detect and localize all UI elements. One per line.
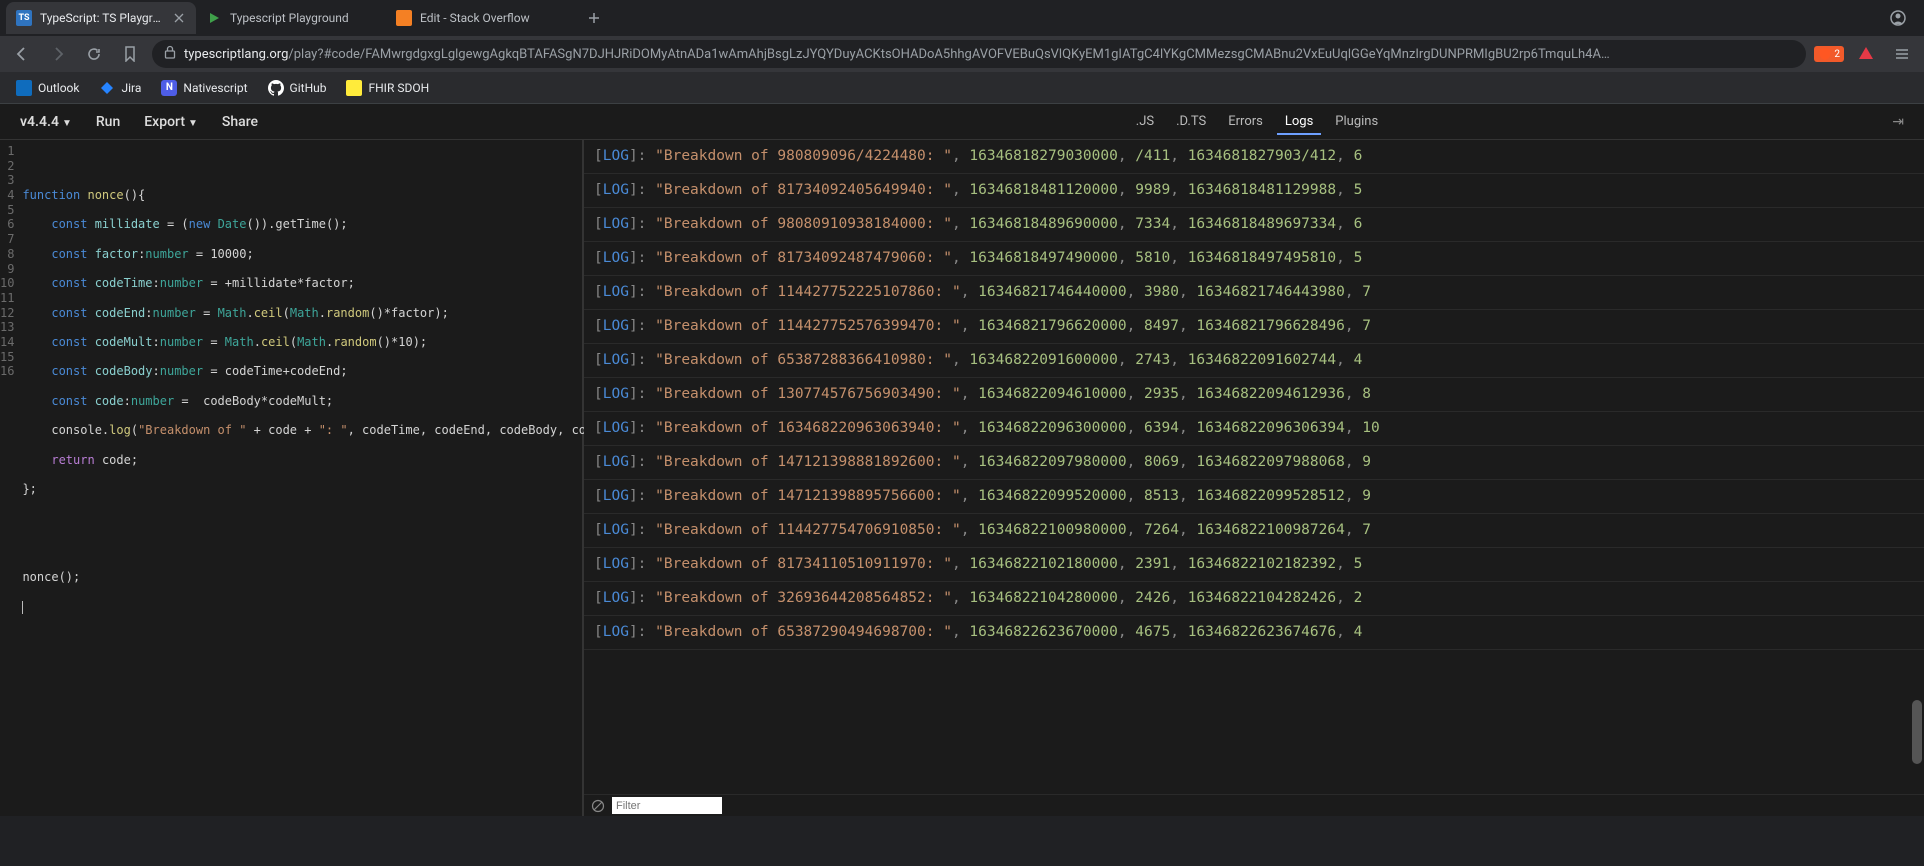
new-tab-button[interactable]	[580, 4, 608, 32]
log-line: [LOG]: "Breakdown of 114427754706910850:…	[584, 514, 1924, 548]
ts-play-icon	[206, 10, 222, 26]
url-text: typescriptlang.org/play?#code/FAMwrgdgxg…	[184, 47, 1610, 62]
address-bar[interactable]: typescriptlang.org/play?#code/FAMwrgdgxg…	[152, 40, 1806, 68]
log-line: [LOG]: "Breakdown of 65387288366410980: …	[584, 344, 1924, 378]
bookmark-label: Nativescript	[183, 81, 247, 95]
export-button[interactable]: Export▼	[134, 108, 208, 136]
line-gutter: 12345678910111213141516	[0, 140, 22, 816]
output-tabs: .JS .D.TS Errors Logs Plugins	[590, 104, 1924, 140]
log-line: [LOG]: "Breakdown of 130774576756903490:…	[584, 378, 1924, 412]
bookmark-button[interactable]	[116, 40, 144, 68]
tab-title: Typescript Playground	[230, 11, 376, 25]
playground-toolbar: v4.4.4▼ Run Export▼ Share ⇥ .JS .D.TS Er…	[0, 104, 1924, 140]
log-line: [LOG]: "Breakdown of 163468220963063940:…	[584, 412, 1924, 446]
bookmark-label: Jira	[121, 81, 141, 95]
tab-strip: TS TypeScript: TS Playground - An Typesc…	[0, 0, 1924, 36]
brave-rewards-icon[interactable]	[1852, 40, 1880, 68]
log-line: [LOG]: "Breakdown of 980809096/4224480: …	[584, 140, 1924, 174]
brave-shield-badge[interactable]: 2	[1814, 46, 1844, 62]
lock-icon	[164, 45, 176, 63]
tab-title: TypeScript: TS Playground - An	[40, 11, 164, 25]
forward-button[interactable]	[44, 40, 72, 68]
tab-errors[interactable]: Errors	[1220, 110, 1271, 135]
filter-input[interactable]	[612, 797, 722, 814]
menu-button[interactable]	[1888, 40, 1916, 68]
tab-dts[interactable]: .D.TS	[1168, 110, 1214, 135]
stackoverflow-icon	[396, 10, 412, 26]
browser-tab[interactable]: Typescript Playground	[196, 2, 386, 34]
code-content[interactable]: function nonce(){ const millidate = (new…	[22, 140, 643, 816]
tab-logs[interactable]: Logs	[1277, 110, 1321, 135]
browser-tab[interactable]: Edit - Stack Overflow	[386, 2, 576, 34]
bookmark-outlook[interactable]: Outlook	[8, 76, 87, 100]
bookmark-label: GitHub	[290, 81, 327, 95]
playground-body: 12345678910111213141516 function nonce()…	[0, 140, 1924, 816]
reload-button[interactable]	[80, 40, 108, 68]
log-line: [LOG]: "Breakdown of 65387290494698700: …	[584, 616, 1924, 650]
browser-tab-active[interactable]: TS TypeScript: TS Playground - An	[6, 2, 196, 34]
browser-toolbar: typescriptlang.org/play?#code/FAMwrgdgxg…	[0, 36, 1924, 72]
log-line: [LOG]: "Breakdown of 114427752225107860:…	[584, 276, 1924, 310]
scrollbar-thumb[interactable]	[1912, 700, 1922, 765]
code-editor[interactable]: 12345678910111213141516 function nonce()…	[0, 140, 584, 816]
log-line: [LOG]: "Breakdown of 81734110510911970: …	[584, 548, 1924, 582]
logs-panel: [LOG]: "Breakdown of 980809096/4224480: …	[584, 140, 1924, 816]
clear-filter-icon[interactable]	[590, 798, 606, 814]
back-button[interactable]	[8, 40, 36, 68]
logs-scroll[interactable]: [LOG]: "Breakdown of 980809096/4224480: …	[584, 140, 1924, 794]
bookmark-github[interactable]: GitHub	[260, 76, 335, 100]
tab-js[interactable]: .JS	[1128, 110, 1162, 135]
output-scrollbar[interactable]	[1910, 144, 1922, 790]
run-button[interactable]: Run	[86, 108, 130, 136]
log-line: [LOG]: "Breakdown of 81734092487479060: …	[584, 242, 1924, 276]
bookmark-label: FHIR SDOH	[368, 81, 429, 95]
tab-title: Edit - Stack Overflow	[420, 11, 566, 25]
bookmarks-bar: Outlook Jira NNativescript GitHub FHIR S…	[0, 72, 1924, 104]
bookmark-fhir[interactable]: FHIR SDOH	[338, 76, 437, 100]
log-line: [LOG]: "Breakdown of 114427752576399470:…	[584, 310, 1924, 344]
footer-space	[0, 816, 1924, 866]
log-line: [LOG]: "Breakdown of 147121398895756600:…	[584, 480, 1924, 514]
chevron-down-icon: ▼	[62, 118, 72, 129]
log-line: [LOG]: "Breakdown of 147121398881892600:…	[584, 446, 1924, 480]
bookmark-label: Outlook	[38, 81, 79, 95]
tab-plugins[interactable]: Plugins	[1327, 110, 1386, 135]
github-icon	[268, 80, 284, 96]
account-icon[interactable]	[1878, 10, 1918, 26]
filter-bar	[584, 794, 1924, 816]
badge-count: 2	[1834, 49, 1840, 60]
jira-icon	[99, 80, 115, 96]
bookmark-jira[interactable]: Jira	[91, 76, 149, 100]
playground: v4.4.4▼ Run Export▼ Share ⇥ .JS .D.TS Er…	[0, 104, 1924, 816]
share-button[interactable]: Share	[212, 108, 268, 136]
log-line: [LOG]: "Breakdown of 98080910938184000: …	[584, 208, 1924, 242]
version-selector[interactable]: v4.4.4▼	[10, 108, 82, 136]
log-line: [LOG]: "Breakdown of 32693644208564852: …	[584, 582, 1924, 616]
chevron-down-icon: ▼	[188, 118, 198, 129]
log-line: [LOG]: "Breakdown of 81734092405649940: …	[584, 174, 1924, 208]
close-icon[interactable]	[172, 11, 186, 25]
bookmark-nativescript[interactable]: NNativescript	[153, 76, 255, 100]
ts-icon: TS	[16, 10, 32, 26]
